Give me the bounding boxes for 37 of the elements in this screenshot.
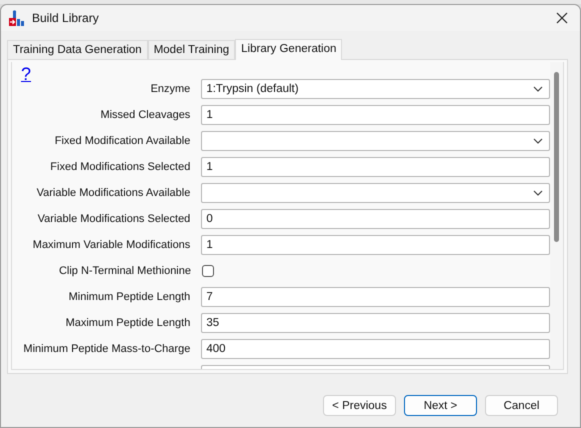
- scrollbar-thumb[interactable]: [554, 72, 559, 242]
- dropdown-field[interactable]: 1:Trypsin (default): [201, 79, 550, 99]
- chevron-down-icon: [533, 138, 543, 144]
- tab[interactable]: Model Training: [148, 40, 236, 59]
- field-label: Maximum Peptide Length: [64, 317, 192, 329]
- input-field[interactable]: 1: [201, 105, 550, 125]
- help-link[interactable]: ?: [21, 64, 32, 84]
- dropdown-field[interactable]: [201, 131, 550, 151]
- input-field[interactable]: 7: [201, 287, 550, 307]
- input-field[interactable]: 1: [201, 235, 550, 255]
- tab[interactable]: Training Data Generation: [7, 40, 148, 59]
- input-field[interactable]: 400: [201, 339, 550, 359]
- field-label: Variable Modifications Selected: [36, 213, 192, 225]
- field-label: Variable Modifications Available: [36, 187, 192, 199]
- chevron-down-icon: [533, 86, 543, 92]
- field-label: Minimum Peptide Mass-to-Charge: [22, 343, 192, 355]
- dialog-button[interactable]: Next >: [404, 395, 477, 416]
- input-field[interactable]: 35: [201, 313, 550, 333]
- field-label: Minimum Peptide Length: [68, 291, 192, 303]
- dialog-button[interactable]: Cancel: [485, 395, 558, 416]
- dialog-button[interactable]: < Previous: [323, 395, 396, 416]
- chevron-down-icon: [533, 190, 543, 196]
- field-label: Fixed Modifications Selected: [49, 161, 192, 173]
- tab[interactable]: Library Generation: [235, 39, 342, 60]
- field-label: Fixed Modification Available: [54, 135, 192, 147]
- input-field[interactable]: 1: [201, 157, 550, 177]
- dropdown-field[interactable]: [201, 183, 550, 203]
- input-field[interactable]: 0: [201, 209, 550, 229]
- field-label: Maximum Variable Modifications: [32, 239, 192, 251]
- app-icon: [9, 10, 25, 26]
- field-label: Clip N-Terminal Methionine: [58, 265, 192, 277]
- field-label: Missed Cleavages: [99, 109, 192, 121]
- checkbox[interactable]: [202, 265, 214, 277]
- field-label: Enzyme: [150, 83, 192, 95]
- scrollbar[interactable]: [550, 62, 563, 369]
- close-icon[interactable]: [556, 12, 568, 24]
- window-title: Build Library: [32, 11, 100, 25]
